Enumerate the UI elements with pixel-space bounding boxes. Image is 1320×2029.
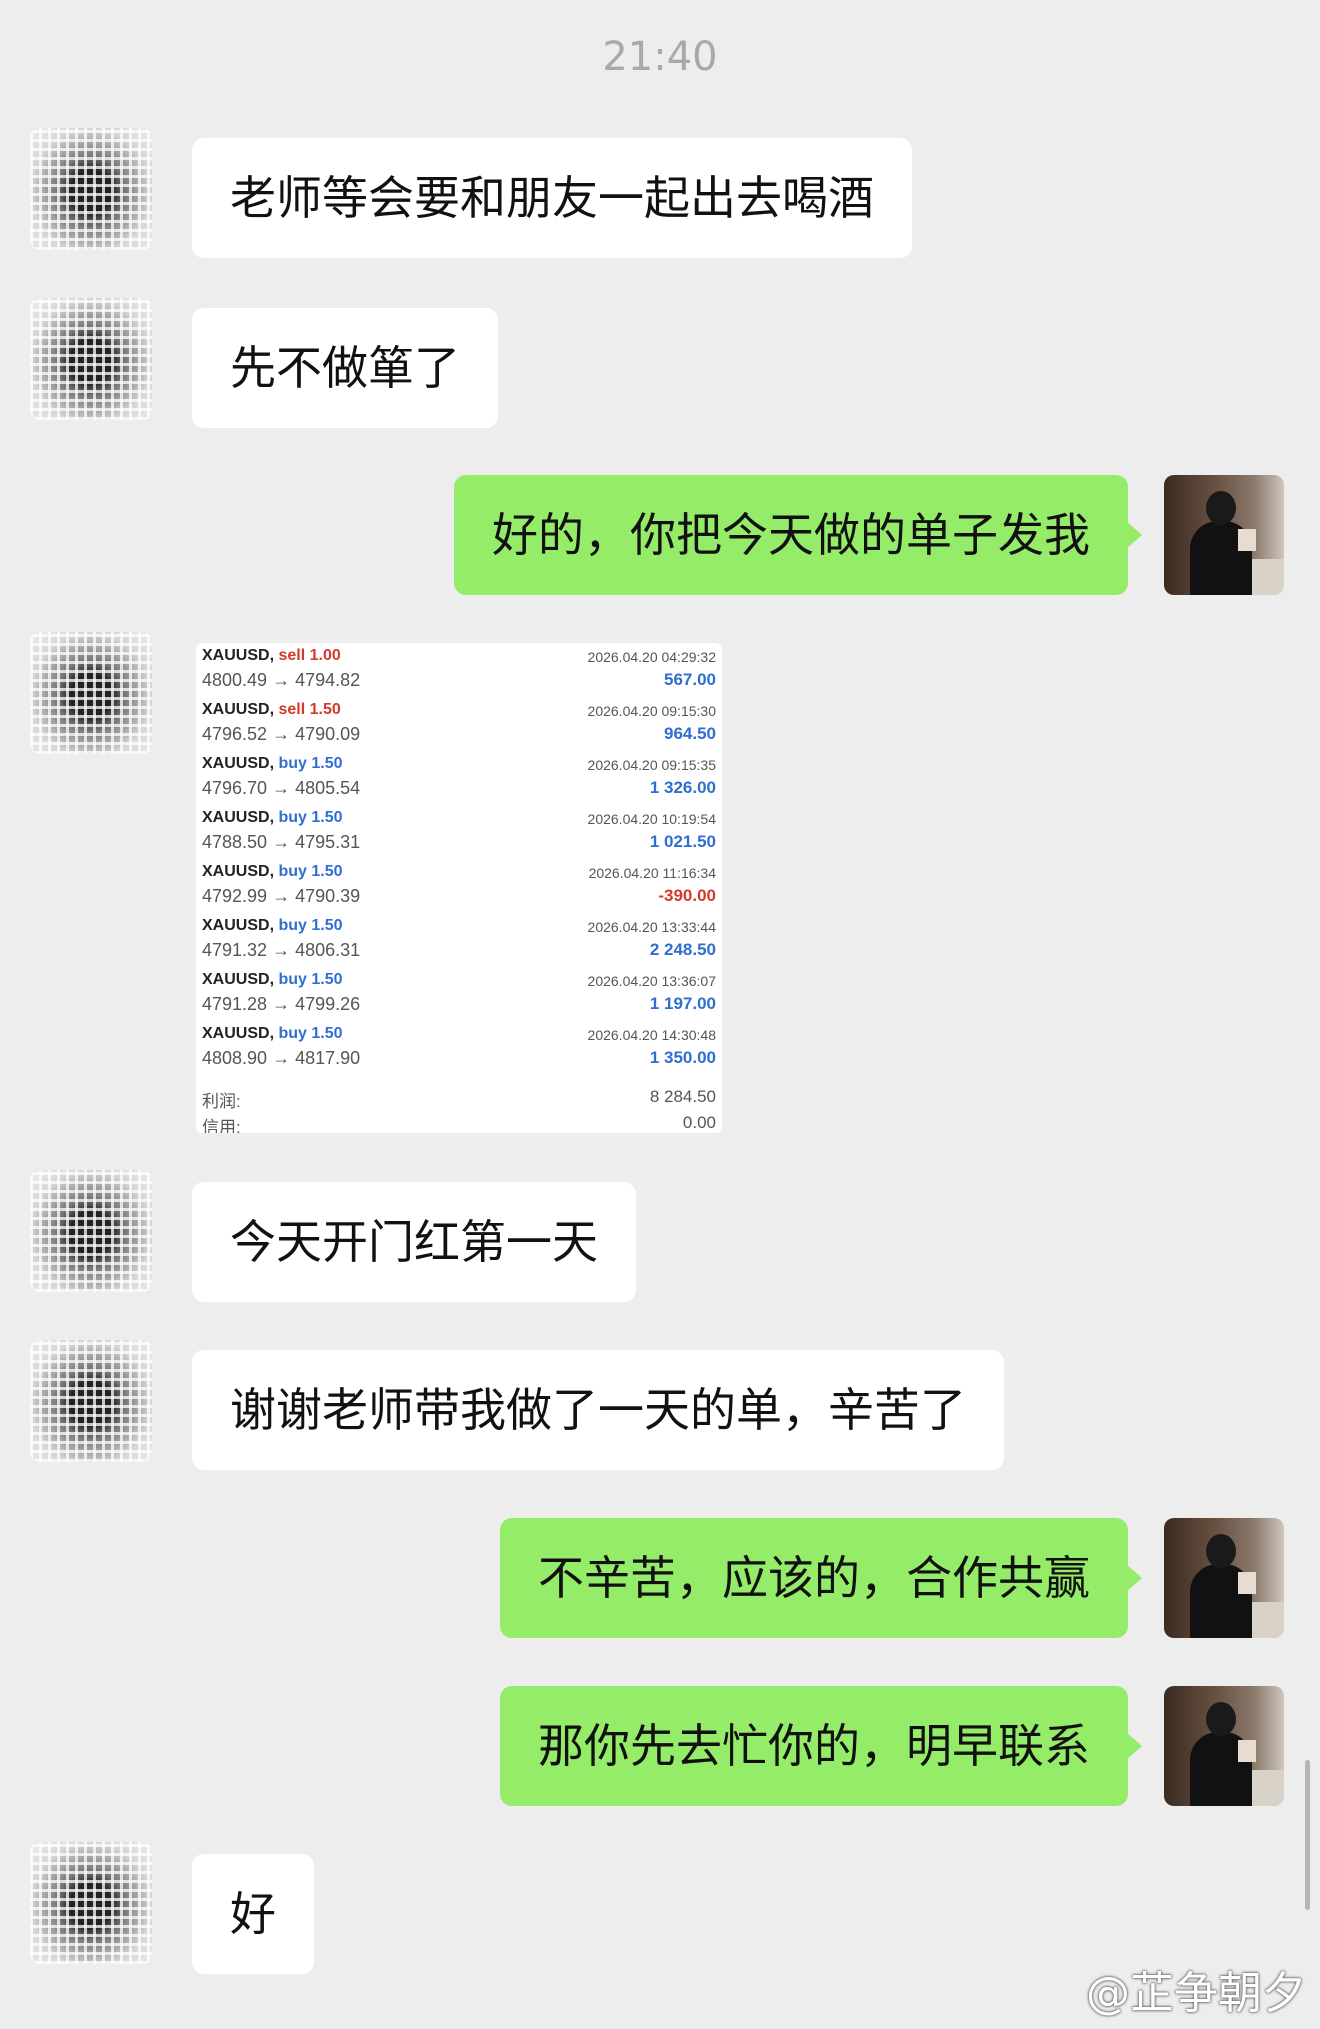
trade-prices: 4792.99 → 4790.39 bbox=[202, 886, 361, 906]
message-bubble[interactable]: 好 bbox=[192, 1854, 314, 1974]
symbol-text: XAUUSD, bbox=[202, 917, 275, 934]
summary-row: 信用: 0.00 bbox=[196, 1113, 722, 1133]
trade-profit: 1 021.50 bbox=[649, 832, 716, 851]
trade-row: XAUUSD, sell 1.00 4800.49 → 4794.82 2026.0… bbox=[196, 645, 722, 699]
symbol-text: XAUUSD, bbox=[202, 971, 275, 988]
trade-lot: 1.50 bbox=[311, 863, 343, 880]
trade-lot: 1.50 bbox=[311, 971, 343, 988]
symbol-text: XAUUSD, bbox=[202, 701, 275, 718]
message-bubble[interactable]: 好的，你把今天做的单子发我 bbox=[454, 475, 1142, 595]
trade-profit: 567.00 bbox=[664, 670, 716, 689]
trade-prices: 4808.90 → 4817.90 bbox=[202, 1048, 361, 1068]
trade-row: XAUUSD, buy 1.50 4788.50 → 4795.31 2026.04… bbox=[196, 807, 722, 861]
trade-profit: 964.50 bbox=[664, 724, 716, 743]
contact-avatar[interactable] bbox=[30, 632, 152, 754]
summary-label: 信用: bbox=[202, 1118, 241, 1133]
trade-datetime: 2026.04.20 14:30:48 bbox=[587, 1027, 716, 1043]
trade-lot: 1.50 bbox=[311, 755, 343, 772]
message-bubble[interactable]: 那你先去忙你的，明早联系 bbox=[500, 1686, 1142, 1806]
trade-symbol: XAUUSD, buy 1.50 bbox=[202, 1025, 343, 1043]
summary-value: 8 284.50 bbox=[649, 1087, 716, 1106]
trade-row: XAUUSD, sell 1.50 4796.52 → 4790.09 2026.0… bbox=[196, 699, 722, 753]
trade-datetime: 2026.04.20 13:33:44 bbox=[587, 919, 716, 935]
trade-direction: sell bbox=[278, 701, 306, 718]
trade-symbol: XAUUSD, buy 1.50 bbox=[202, 863, 343, 881]
trade-prices: 4791.32 → 4806.31 bbox=[202, 940, 361, 960]
trade-lot: 1.00 bbox=[309, 647, 341, 664]
symbol-text: XAUUSD, bbox=[202, 809, 275, 826]
trade-prices: 4796.52 → 4790.09 bbox=[202, 724, 361, 744]
trade-symbol: XAUUSD, buy 1.50 bbox=[202, 971, 343, 989]
self-avatar[interactable] bbox=[1164, 1686, 1284, 1806]
trade-direction: buy bbox=[278, 1025, 307, 1042]
symbol-text: XAUUSD, bbox=[202, 1025, 275, 1042]
trade-row: XAUUSD, buy 1.50 4791.32 → 4806.31 2026.04… bbox=[196, 915, 722, 969]
trade-direction: buy bbox=[278, 755, 307, 772]
message-bubble[interactable]: 老师等会要和朋友一起出去喝酒 bbox=[192, 138, 912, 258]
trade-profit: 1 197.00 bbox=[649, 994, 716, 1013]
trade-prices: 4788.50 → 4795.31 bbox=[202, 832, 361, 852]
timestamp: 21:40 bbox=[602, 34, 718, 80]
trade-lot: 1.50 bbox=[311, 1025, 343, 1042]
trade-row: XAUUSD, buy 1.50 4796.70 → 4805.54 2026.04… bbox=[196, 753, 722, 807]
message-bubble[interactable]: 不辛苦，应该的，合作共赢 bbox=[500, 1518, 1142, 1638]
trade-prices: 4800.49 → 4794.82 bbox=[202, 670, 361, 690]
message-bubble[interactable]: 先不做箪了 bbox=[192, 308, 498, 428]
summary-row: 利润: 8 284.50 bbox=[196, 1087, 722, 1113]
trade-symbol: XAUUSD, sell 1.00 bbox=[202, 647, 341, 665]
symbol-text: XAUUSD, bbox=[202, 647, 275, 664]
trade-lot: 1.50 bbox=[309, 701, 341, 718]
trade-row: XAUUSD, buy 1.50 4792.99 → 4790.39 2026.04… bbox=[196, 861, 722, 915]
trade-symbol: XAUUSD, buy 1.50 bbox=[202, 917, 343, 935]
trade-row: XAUUSD, buy 1.50 4791.28 → 4799.26 2026.04… bbox=[196, 969, 722, 1023]
trade-profit: -390.00 bbox=[658, 886, 716, 905]
trade-profit: 1 326.00 bbox=[649, 778, 716, 797]
trade-datetime: 2026.04.20 09:15:35 bbox=[587, 757, 716, 773]
contact-avatar[interactable] bbox=[30, 1340, 152, 1462]
trade-prices: 4796.70 → 4805.54 bbox=[202, 778, 361, 798]
trade-prices: 4791.28 → 4799.26 bbox=[202, 994, 361, 1014]
trade-datetime: 2026.04.20 13:36:07 bbox=[587, 973, 716, 989]
trade-profit: 2 248.50 bbox=[649, 940, 716, 959]
trade-datetime: 2026.04.20 04:29:32 bbox=[587, 649, 716, 665]
contact-avatar[interactable] bbox=[30, 1170, 152, 1292]
symbol-text: XAUUSD, bbox=[202, 755, 275, 772]
trade-direction: buy bbox=[278, 809, 307, 826]
trade-row: XAUUSD, buy 1.50 4808.90 → 4817.90 2026.04… bbox=[196, 1023, 722, 1077]
trade-datetime: 2026.04.20 09:15:30 bbox=[587, 703, 716, 719]
trade-direction: buy bbox=[278, 863, 307, 880]
self-avatar[interactable] bbox=[1164, 475, 1284, 595]
trade-lot: 1.50 bbox=[311, 917, 343, 934]
trade-datetime: 2026.04.20 10:19:54 bbox=[587, 811, 716, 827]
summary-value: 0.00 bbox=[682, 1113, 716, 1132]
trade-symbol: XAUUSD, buy 1.50 bbox=[202, 755, 343, 773]
contact-avatar[interactable] bbox=[30, 298, 152, 420]
message-bubble[interactable]: 今天开门红第一天 bbox=[192, 1182, 636, 1302]
contact-avatar[interactable] bbox=[30, 128, 152, 250]
trade-lot: 1.50 bbox=[311, 809, 343, 826]
trade-profit: 1 350.00 bbox=[649, 1048, 716, 1067]
trade-direction: sell bbox=[278, 647, 306, 664]
message-bubble[interactable]: 谢谢老师带我做了一天的单，辛苦了 bbox=[192, 1350, 1004, 1470]
self-avatar[interactable] bbox=[1164, 1518, 1284, 1638]
trade-direction: buy bbox=[278, 971, 307, 988]
trade-symbol: XAUUSD, buy 1.50 bbox=[202, 809, 343, 827]
symbol-text: XAUUSD, bbox=[202, 863, 275, 880]
trade-datetime: 2026.04.20 11:16:34 bbox=[588, 865, 716, 881]
scrollbar[interactable] bbox=[1305, 1760, 1310, 1910]
trade-direction: buy bbox=[278, 917, 307, 934]
trade-symbol: XAUUSD, sell 1.50 bbox=[202, 701, 341, 719]
contact-avatar[interactable] bbox=[30, 1842, 152, 1964]
trade-history-image[interactable]: XAUUSD, sell 1.00 4800.49 → 4794.82 2026.0… bbox=[196, 643, 722, 1133]
summary-label: 利润: bbox=[202, 1092, 241, 1111]
watermark: @芷争朝夕 bbox=[1086, 1968, 1306, 2019]
